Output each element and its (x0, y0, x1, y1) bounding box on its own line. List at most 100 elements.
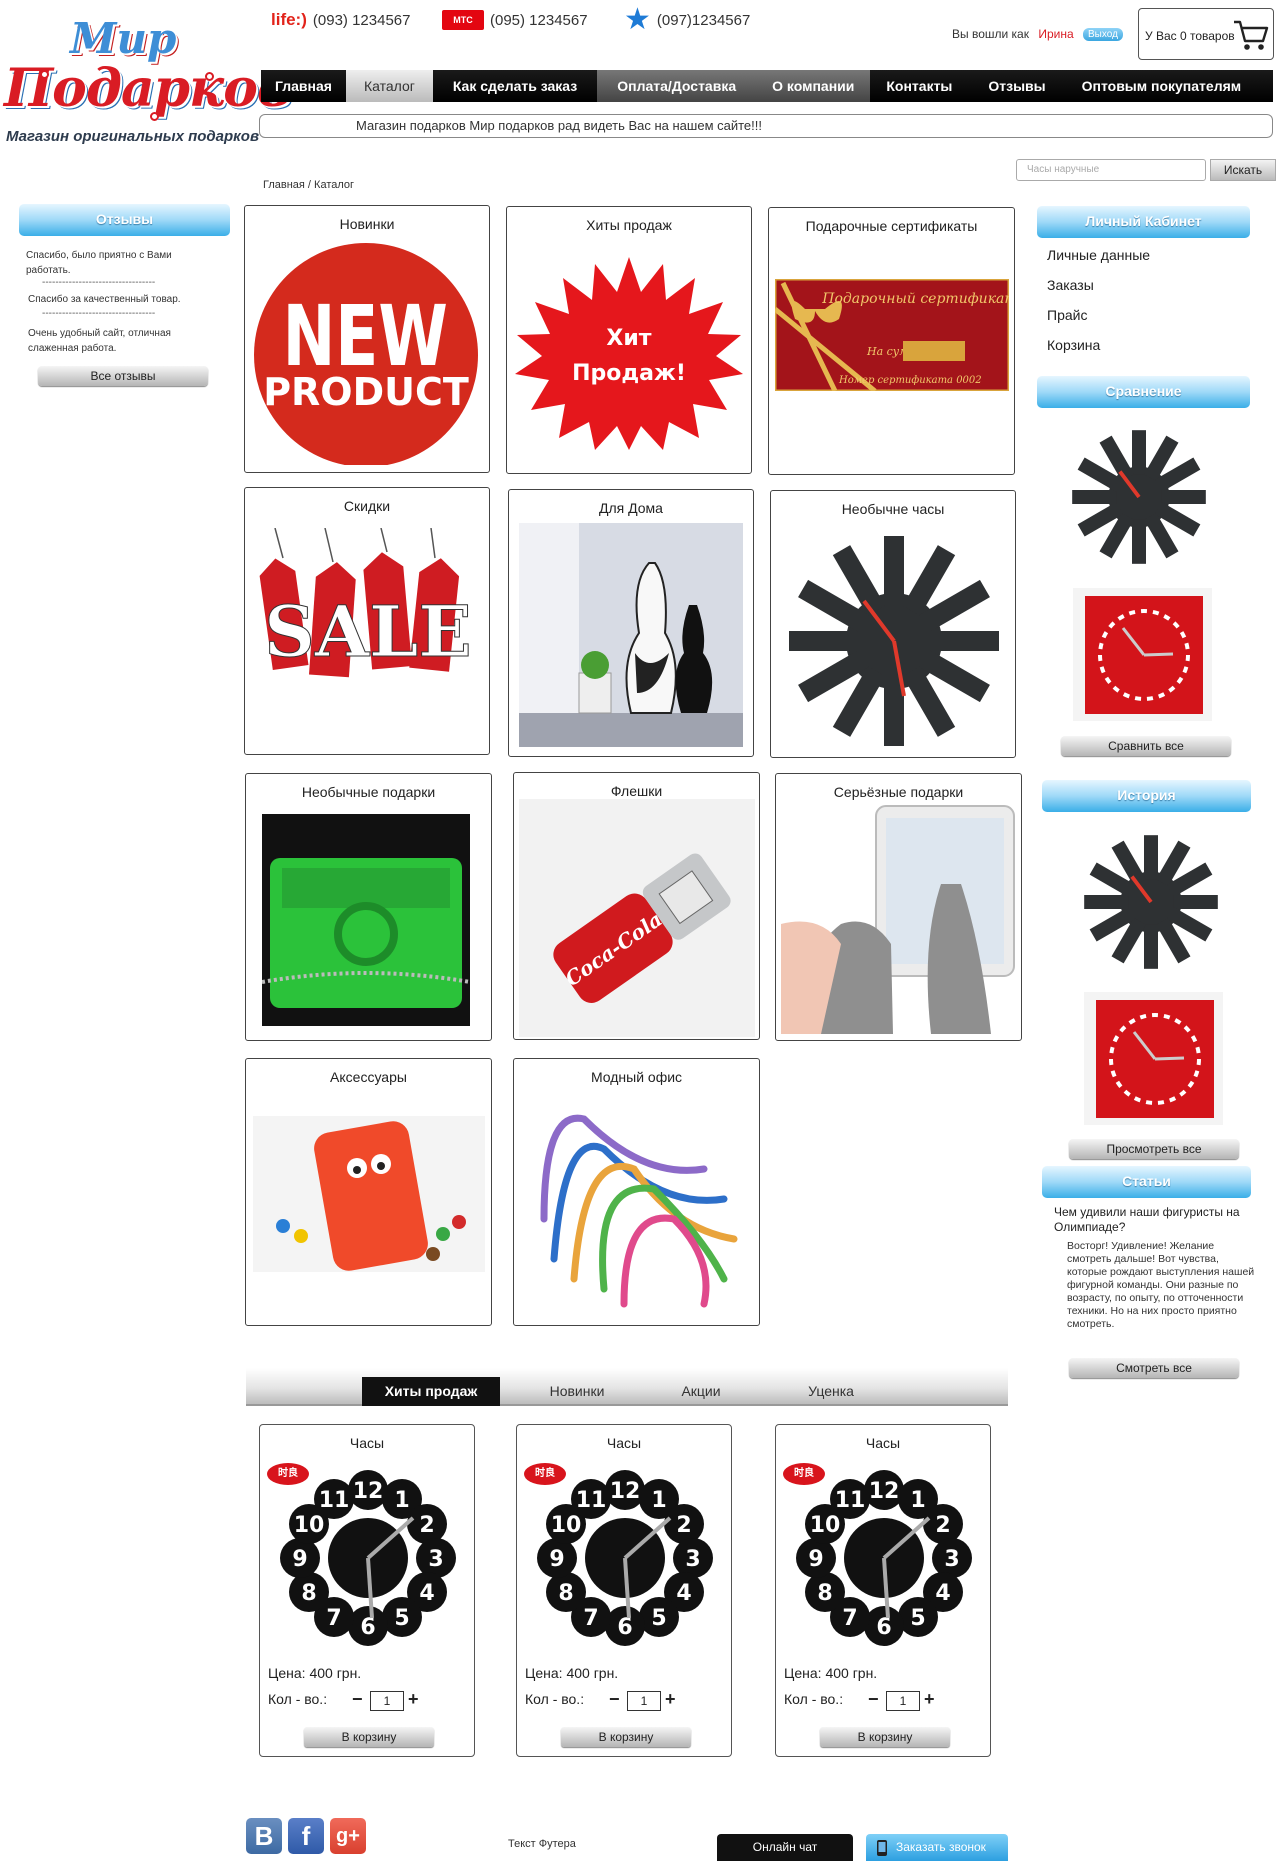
quantity-minus-icon[interactable]: − (609, 1689, 620, 1710)
vkontakte-icon[interactable]: B (246, 1818, 282, 1854)
svg-text:7: 7 (842, 1606, 857, 1631)
tablet-gloves-image (781, 804, 1017, 1034)
svg-text:12: 12 (869, 1479, 900, 1504)
cabinet-link-orders[interactable]: Заказы (1047, 277, 1094, 293)
product-clock-image[interactable]: 12 12 3 45678 9 1011 (535, 1463, 715, 1658)
catalog-card-accessories[interactable]: Аксессуары (245, 1058, 492, 1326)
home-vases-image (519, 523, 743, 747)
product-name[interactable]: Часы (260, 1435, 474, 1451)
cabinet-header: Личный Кабинет (1037, 206, 1250, 238)
catalog-card-title: Необычные подарки (301, 784, 436, 800)
svg-text:8: 8 (817, 1581, 832, 1606)
svg-text:4: 4 (676, 1581, 691, 1606)
svg-text:11: 11 (319, 1488, 350, 1513)
google-plus-icon[interactable]: g+ (330, 1818, 366, 1854)
quantity-plus-icon[interactable]: + (408, 1689, 419, 1710)
quantity-plus-icon[interactable]: + (665, 1689, 676, 1710)
search-button[interactable]: Искать (1210, 159, 1276, 181)
all-reviews-button[interactable]: Все отзывы (38, 366, 208, 386)
quantity-minus-icon[interactable]: − (868, 1689, 879, 1710)
cabinet-link-personal[interactable]: Личные данные (1047, 247, 1150, 263)
quantity-input[interactable]: 1 (627, 1691, 661, 1711)
add-to-cart-button[interactable]: В корзину (561, 1727, 691, 1747)
add-to-cart-button[interactable]: В корзину (820, 1727, 950, 1747)
history-clock-thumb[interactable] (1081, 832, 1221, 972)
product-name[interactable]: Часы (517, 1435, 731, 1451)
quantity-minus-icon[interactable]: − (352, 1689, 363, 1710)
catalog-card-discounts[interactable]: Скидки SALE (244, 487, 490, 755)
login-info: Вы вошли как Ирина Выход (952, 27, 1123, 42)
catalog-card-title: Хиты продаж (586, 217, 672, 233)
catalog-card-new[interactable]: Новинки NEW PRODUCT (244, 205, 490, 473)
quantity-plus-icon[interactable]: + (924, 1689, 935, 1710)
catalog-card-certificates[interactable]: Подарочные сертификаты Подарочный сертиф… (768, 207, 1015, 475)
view-all-articles-button[interactable]: Смотреть все (1069, 1358, 1239, 1378)
view-all-history-button[interactable]: Просмотреть все (1069, 1139, 1239, 1159)
nav-contacts[interactable]: Контакты (870, 70, 968, 102)
catalog-card-title: Серьёзные подарки (833, 784, 964, 800)
catalog-card-clocks[interactable]: Необычне часы (770, 490, 1016, 758)
unusual-clock-image (789, 536, 999, 746)
search-input[interactable]: Часы наручные (1016, 159, 1206, 181)
review-separator: ---------------------------------- (42, 308, 156, 319)
svg-text:5: 5 (910, 1606, 925, 1631)
catalog-card-title: Новинки (339, 216, 395, 232)
site-logo[interactable]: Мир Подарков (0, 0, 291, 128)
tab-markdown[interactable]: Уценка (776, 1377, 886, 1406)
nav-home[interactable]: Главная (261, 70, 346, 102)
compare-all-button[interactable]: Сравнить все (1061, 736, 1231, 756)
catalog-card-hits[interactable]: Хиты продаж Хит Продаж! (506, 206, 752, 474)
online-chat-button[interactable]: Онлайн чат (717, 1834, 853, 1861)
quantity-input[interactable]: 1 (370, 1691, 404, 1711)
add-to-cart-button[interactable]: В корзину (304, 1727, 434, 1747)
mts-logo-icon: МТС (442, 10, 484, 30)
phone-number: (097)1234567 (656, 11, 751, 29)
nav-how-to-order[interactable]: Как сделать заказ (433, 70, 597, 102)
catalog-card-title: Флешки (610, 783, 663, 799)
compare-clock-thumb[interactable] (1069, 427, 1209, 567)
phone-number: (095) 1234567 (490, 11, 588, 29)
svg-text:12: 12 (353, 1479, 384, 1504)
nav-catalog[interactable]: Каталог (345, 70, 433, 102)
tab-new[interactable]: Новинки (522, 1377, 632, 1406)
nav-payment-delivery[interactable]: Оплата/Доставка (597, 70, 757, 102)
review-item: Спасибо за качественный товар. (28, 294, 181, 305)
history-red-clock-thumb[interactable] (1084, 992, 1223, 1125)
cabinet-link-price[interactable]: Прайс (1047, 307, 1087, 323)
compare-red-clock-thumb[interactable] (1073, 588, 1212, 721)
catalog-card-usb[interactable]: Флешки Coca-Cola (513, 772, 760, 1040)
product-tabs: Хиты продаж Новинки Акции Уценка (246, 1368, 1008, 1406)
catalog-card-office[interactable]: Модный офис (513, 1058, 760, 1326)
article-heading[interactable]: Чем удивили наши фигуристы на Олимпиаде? (1054, 1205, 1254, 1235)
quantity-input[interactable]: 1 (886, 1691, 920, 1711)
catalog-card-unusual-gifts[interactable]: Необычные подарки (245, 773, 492, 1041)
catalog-card-title: Скидки (343, 498, 391, 514)
breadcrumb[interactable]: Главная / Каталог (263, 179, 354, 191)
logo-word-top: Мир (70, 14, 177, 63)
nav-about[interactable]: О компании (756, 70, 871, 102)
request-call-button[interactable]: Заказать звонок (866, 1834, 1008, 1861)
cart-widget[interactable]: У Вас 0 товаров (1138, 8, 1274, 60)
product-clock-image[interactable]: 12 12 3 45678 9 1011 (278, 1463, 458, 1658)
cabinet-link-cart[interactable]: Корзина (1047, 337, 1100, 353)
svg-text:8: 8 (558, 1581, 573, 1606)
catalog-card-home[interactable]: Для Дома (508, 489, 754, 757)
tab-hits[interactable]: Хиты продаж (362, 1377, 500, 1406)
tab-promo[interactable]: Акции (646, 1377, 756, 1406)
product-name[interactable]: Часы (776, 1435, 990, 1451)
svg-text:12: 12 (610, 1479, 641, 1504)
review-item: Спасибо, было приятно с Вами работать. (26, 250, 172, 276)
welcome-banner: Магазин подарков Мир подарков рад видеть… (259, 114, 1273, 138)
catalog-card-title: Подарочные сертификаты (805, 218, 978, 234)
logout-button[interactable]: Выход (1082, 28, 1123, 42)
logo-word-bottom: Подарков (4, 58, 291, 119)
catalog-card-serious-gifts[interactable]: Серьёзные подарки (775, 773, 1022, 1041)
product-clock-image[interactable]: 12 12 3 45678 9 1011 (794, 1463, 974, 1658)
facebook-icon[interactable]: f (288, 1818, 324, 1854)
nav-wholesale[interactable]: Оптовым покупателям (1066, 70, 1257, 102)
svg-text:6: 6 (617, 1615, 632, 1640)
product-card: Часы 时良 12 1 2 3 4 5 6 7 8 9 10 11 Цена: 400 грн. К… (516, 1424, 732, 1757)
login-user[interactable]: Ирина (1038, 27, 1073, 41)
nav-reviews[interactable]: Отзывы (968, 70, 1065, 102)
svg-text:10: 10 (810, 1513, 841, 1538)
